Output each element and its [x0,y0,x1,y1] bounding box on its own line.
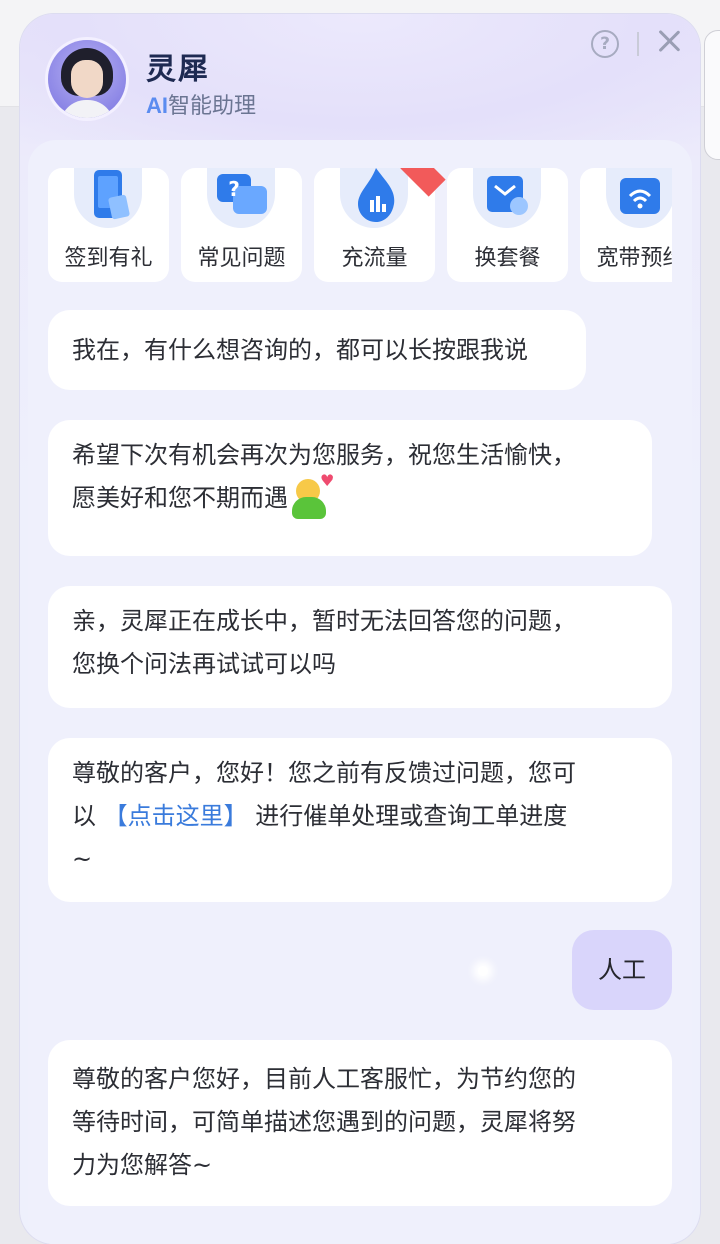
quick-actions-bar[interactable]: 签到有礼 ? 常见问题 充流量 换套餐 宽带预 [48,168,672,282]
assistant-header: 灵犀 AI智能助理 ? [20,14,700,144]
message-text: 人工 [598,956,646,984]
broadband-wifi-icon [620,178,660,214]
message-text: 亲，灵犀正在成长中，暂时无法回答您的问题， [72,607,576,635]
quick-action-label: 常见问题 [197,246,286,271]
quick-action-faq[interactable]: ? 常见问题 [181,168,302,282]
quick-action-checkin[interactable]: 签到有礼 [48,168,169,282]
bot-message: 希望下次有机会再次为您服务，祝您生活愉快， 愿美好和您不期而遇 ♥ [48,420,652,556]
assistant-avatar [48,40,126,118]
bot-message: 亲，灵犀正在成长中，暂时无法回答您的问题， 您换个问法再试试可以吗 [48,586,672,708]
header-divider [637,32,639,56]
bot-message: 尊敬的客户您好，目前人工客服忙，为节约您的 等待时间，可简单描述您遇到的问题，灵… [48,1040,672,1206]
smiley-heart-icon: ♥ [290,473,334,521]
message-text: 尊敬的客户您好，目前人工客服忙，为节约您的 [72,1065,576,1093]
chat-content[interactable]: 签到有礼 ? 常见问题 充流量 换套餐 宽带预 我在，有什么想咨询的，都可以长按… [28,140,692,1244]
message-text: 我在，有什么想咨询的，都可以长按跟我说 [72,336,528,364]
assistant-name: 灵犀 [146,52,210,87]
assistant-subtitle: AI智能助理 [146,88,256,120]
message-text: 您换个问法再试试可以吗 [72,650,336,678]
svg-text:?: ? [228,177,240,201]
message-text-line: 以 【点击这里】 进行催单处理或查询工单进度 [72,795,672,838]
quick-action-label: 宽带预约 [596,246,672,271]
message-text: 以 [72,802,104,830]
message-text: 进行催单处理或查询工单进度 [247,802,568,830]
help-icon[interactable]: ? [591,30,619,58]
click-here-link[interactable]: 【点击这里】 [104,802,248,830]
message-text: 尊敬的客户，您好！您之前有反馈过问题，您可 [72,759,576,787]
quick-action-plan[interactable]: 换套餐 [447,168,568,282]
user-message: 人工 [572,930,672,1010]
message-text: 希望下次有机会再次为您服务，祝您生活愉快， [72,441,576,469]
sparkle-decoration [478,966,488,976]
question-chat-icon: ? [217,174,267,214]
message-text: 力为您解答~ [72,1151,213,1179]
phone-gift-icon [94,170,130,220]
assistant-subtitle-text: 智能助理 [168,94,257,119]
ai-badge: AI [146,93,168,118]
quick-action-label: 充流量 [341,246,408,271]
package-swap-icon [487,176,528,215]
message-text: 等待时间，可简单描述您遇到的问题，灵犀将努 [72,1108,576,1136]
message-text: ~ [72,845,93,873]
background-side-widget [704,30,720,160]
quick-action-label: 换套餐 [474,246,541,271]
quick-action-broadband[interactable]: 宽带预约 [580,168,672,282]
close-icon[interactable] [654,26,684,56]
quick-action-data[interactable]: 充流量 [314,168,446,282]
data-flame-icon [358,168,395,222]
message-text-line: 愿美好和您不期而遇 ♥ [72,473,652,521]
quick-action-label: 签到有礼 [64,246,153,271]
message-text: 愿美好和您不期而遇 [72,484,288,512]
assistant-panel: 灵犀 AI智能助理 ? 签到有礼 ? 常见问题 充流量 换套餐 宽带预 我在，有… [20,14,700,1244]
bot-message: 我在，有什么想咨询的，都可以长按跟我说 [48,310,586,390]
bot-message: 尊敬的客户，您好！您之前有反馈过问题，您可 以 【点击这里】 进行催单处理或查询… [48,738,672,902]
